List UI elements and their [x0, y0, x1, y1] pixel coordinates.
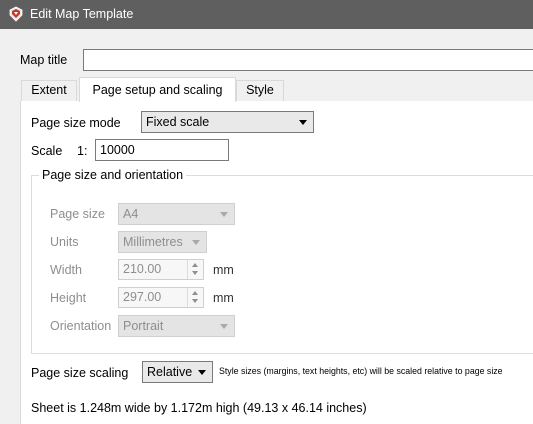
- group-title: Page size and orientation: [39, 168, 187, 182]
- scale-prefix: 1:: [77, 144, 88, 158]
- height-spinbox[interactable]: 297.00: [118, 287, 204, 308]
- orientation-value: Portrait: [123, 319, 164, 333]
- window-title: Edit Map Template: [30, 7, 134, 21]
- width-label: Width: [50, 263, 82, 277]
- units-label: Units: [50, 235, 79, 249]
- scaling-hint: Style sizes (margins, text heights, etc)…: [219, 366, 503, 376]
- width-value: 210.00: [123, 262, 162, 276]
- orientation-select[interactable]: Portrait: [118, 315, 235, 337]
- chevron-down-icon: [220, 324, 228, 329]
- chevron-down-icon: [192, 240, 200, 245]
- page-size-scaling-value: Relative: [147, 365, 193, 379]
- page-size-scaling-label: Page size scaling: [31, 366, 129, 380]
- units-select[interactable]: Millimetres: [118, 231, 207, 253]
- height-unit: mm: [213, 291, 234, 305]
- tab-page-setup-and-scaling[interactable]: Page setup and scaling: [79, 77, 236, 102]
- page-size-label: Page size: [50, 207, 105, 221]
- units-value: Millimetres: [123, 235, 183, 249]
- page-size-scaling-select[interactable]: Relative: [142, 361, 213, 383]
- page-size-select[interactable]: A4: [118, 203, 235, 225]
- sheet-size-info: Sheet is 1.248m wide by 1.172m high (49.…: [31, 401, 367, 415]
- map-title-label: Map title: [20, 53, 68, 67]
- height-value: 297.00: [123, 290, 162, 304]
- map-title-input[interactable]: [83, 49, 533, 71]
- map-template-app-icon: [9, 6, 23, 22]
- scale-input[interactable]: 10000: [95, 139, 229, 161]
- spin-down-icon: [192, 271, 198, 275]
- spin-up-icon: [192, 291, 198, 295]
- height-stepper[interactable]: [187, 288, 203, 307]
- width-stepper[interactable]: [187, 260, 203, 279]
- tab-style[interactable]: Style: [236, 80, 284, 101]
- chevron-down-icon: [220, 212, 228, 217]
- page-size-mode-value: Fixed scale: [146, 115, 210, 129]
- chevron-down-icon: [198, 370, 206, 375]
- page-size-mode-select[interactable]: Fixed scale: [141, 111, 314, 133]
- title-bar[interactable]: Edit Map Template: [0, 0, 533, 29]
- width-spinbox[interactable]: 210.00: [118, 259, 204, 280]
- page-size-value: A4: [123, 207, 139, 221]
- width-unit: mm: [213, 263, 234, 277]
- scale-label: Scale: [31, 144, 63, 158]
- page-size-mode-label: Page size mode: [31, 116, 121, 130]
- tab-extent[interactable]: Extent: [21, 80, 77, 101]
- spin-up-icon: [192, 263, 198, 267]
- orientation-label: Orientation: [50, 319, 112, 333]
- height-label: Height: [50, 291, 87, 305]
- chevron-down-icon: [299, 120, 307, 125]
- spin-down-icon: [192, 299, 198, 303]
